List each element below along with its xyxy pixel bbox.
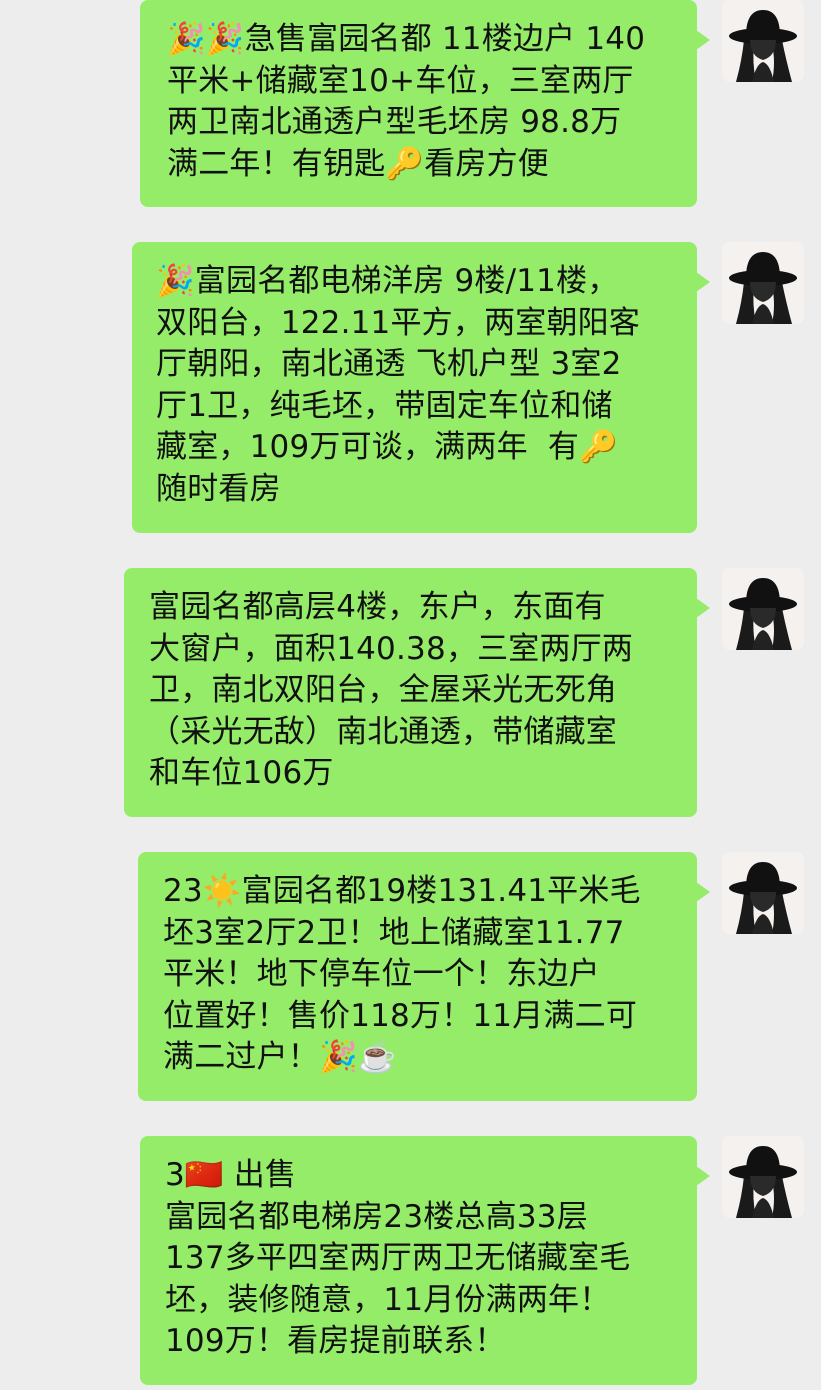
message-bubble[interactable]: 🎉🎉急售富园名都 11楼边户 140 平米+储藏室10+车位，三室两厅 两卫南北… [140,0,710,207]
message-bubble[interactable]: 🎉富园名都电梯洋房 9楼/11楼， 双阳台，122.11平方，两室朝阳客 厅朝阳… [132,242,710,533]
message-bubble[interactable]: 23☀️富园名都19楼131.41平米毛 坯3室2厅2卫！地上储藏室11.77 … [138,852,710,1101]
avatar-image [722,0,804,82]
avatar-image [722,242,804,324]
message-bubble[interactable]: 富园名都高层4楼，东户，东面有 大窗户，面积140.38，三室两厅两 卫，南北双… [124,568,710,817]
hat-woman-avatar[interactable] [722,568,804,650]
avatar-image [722,852,804,934]
hat-woman-avatar[interactable] [722,0,804,82]
avatar-image [722,568,804,650]
hat-woman-avatar[interactable] [722,852,804,934]
message-bubble[interactable]: 3🇨🇳 出售 富园名都电梯房23楼总高33层 137多平四室两厅两卫无储藏室毛 … [140,1136,710,1385]
hat-woman-avatar[interactable] [722,1136,804,1218]
hat-woman-avatar[interactable] [722,242,804,324]
avatar-image [722,1136,804,1218]
